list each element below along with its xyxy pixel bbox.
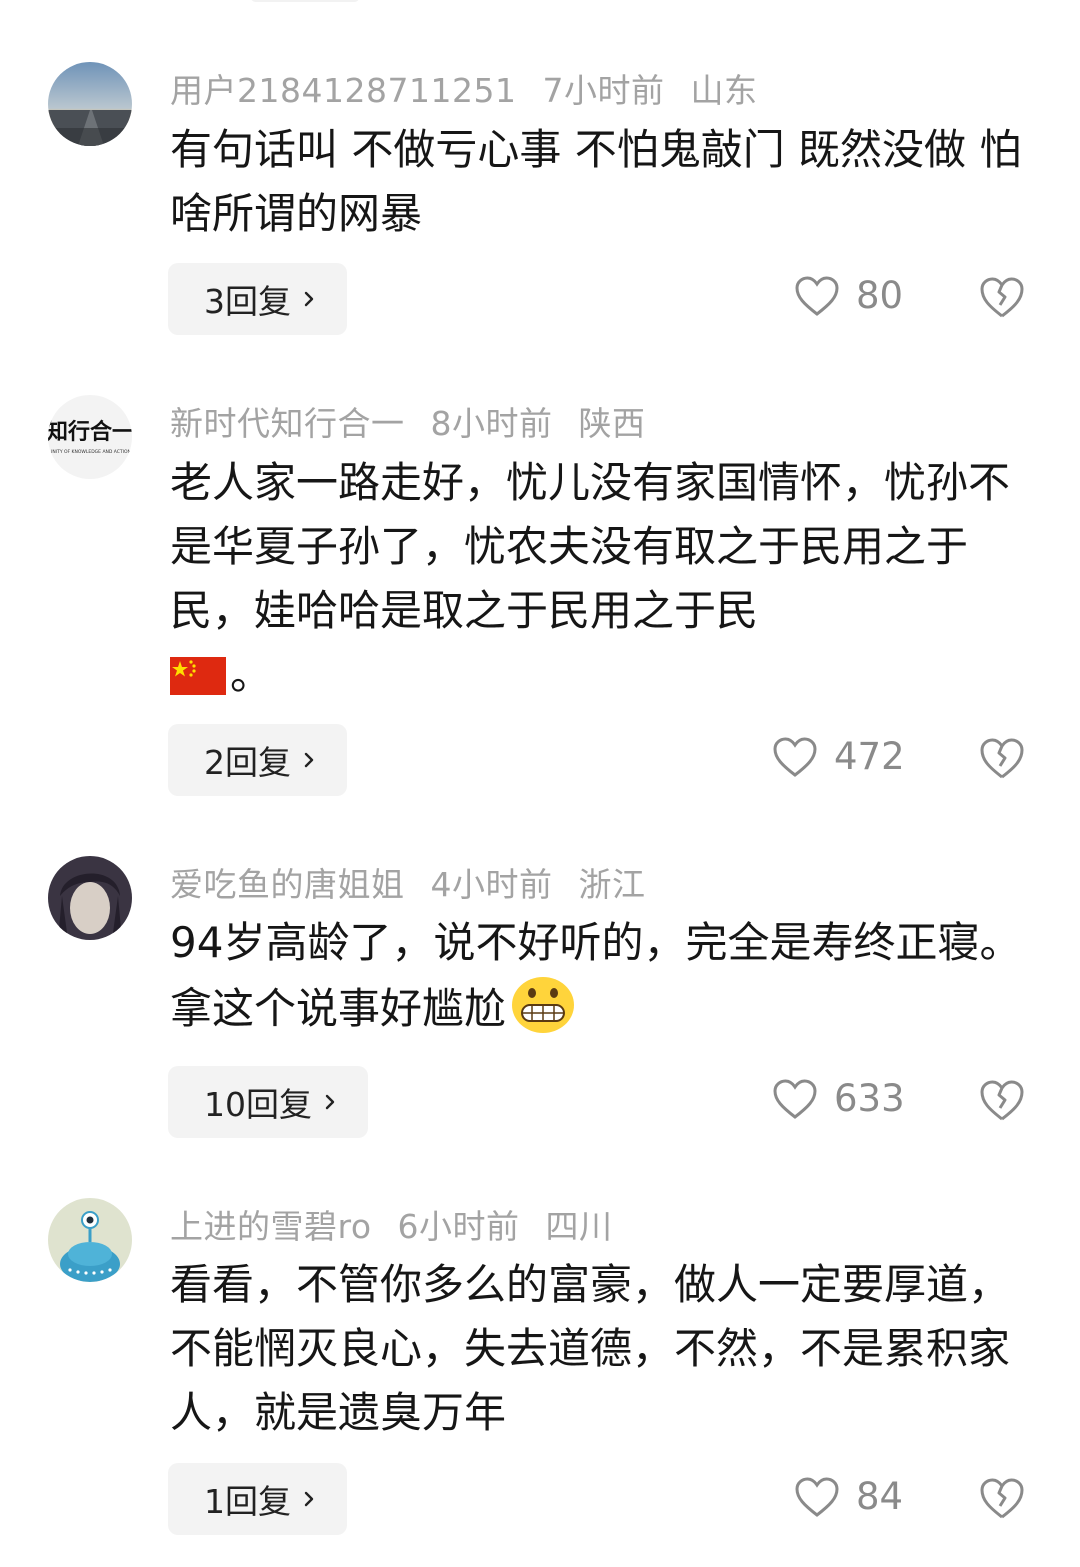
like-button[interactable]: 633 [772,1077,905,1120]
username[interactable]: 用户2184128711251 [170,71,516,110]
comment-text: 老人家一路走好，忧儿没有家国情怀，忧孙不是华夏子孙了，忧农夫没有取之于民用之于民… [170,451,1040,707]
reply-count-label: 10回复 [204,1085,312,1124]
post-time: 4小时前 [430,865,553,904]
previous-item-edge [250,0,360,2]
post-time: 8小时前 [430,404,553,443]
blue-alien-avatar-image [48,1198,132,1282]
avatar[interactable]: 知行合一 UNITY OF KNOWLEDGE AND ACTION [48,395,132,479]
like-count: 633 [834,1077,905,1120]
heart-outline-icon [795,275,839,316]
svg-text:UNITY OF KNOWLEDGE AND ACTION: UNITY OF KNOWLEDGE AND ACTION [49,449,131,455]
chevron-right-icon [304,752,314,768]
broken-heart-icon[interactable] [978,1475,1026,1523]
post-time: 6小时前 [397,1207,520,1246]
comment-body: 老人家一路走好，忧儿没有家国情怀，忧孙不是华夏子孙了，忧农夫没有取之于民用之于民… [170,458,1011,635]
comment-meta: 用户2184128711251 7小时前 山东 [170,64,783,112]
reply-count-label: 2回复 [204,743,291,782]
reply-count-label: 3回复 [204,282,291,321]
reply-count-button[interactable]: 3回复 [168,263,347,335]
location: 浙江 [578,865,646,904]
reply-count-button[interactable]: 2回复 [168,724,347,796]
grimacing-face-emoji [512,977,575,1033]
avatar[interactable] [48,1198,132,1282]
chevron-right-icon [304,291,314,307]
chevron-right-icon [304,1491,314,1507]
location: 陕西 [578,404,646,443]
comment-body: 看看，不管你多么的富豪，做人一定要厚道，不能惘灭良心，失去道德，不然，不是累积家… [170,1260,1011,1437]
portrait-avatar-image [48,856,132,940]
like-count: 84 [856,1475,904,1518]
heart-outline-icon [795,1476,839,1517]
reply-count-button[interactable]: 1回复 [168,1463,347,1535]
comment-meta: 上进的雪碧ro 6小时前 四川 [170,1200,639,1248]
like-button[interactable]: 84 [794,1475,903,1518]
location: 山东 [690,71,758,110]
chevron-right-icon [325,1094,335,1110]
reply-count-label: 1回复 [204,1482,291,1521]
avatar[interactable] [48,856,132,940]
reply-count-button[interactable]: 10回复 [168,1066,368,1138]
heart-outline-icon [773,1078,817,1119]
heart-outline-icon [773,736,817,777]
china-flag-emoji [170,657,226,695]
like-count: 472 [834,735,905,778]
broken-heart-icon[interactable] [978,1077,1026,1125]
like-count: 80 [856,274,904,317]
broken-heart-icon[interactable] [978,274,1026,322]
comment-body-suffix: 。 [230,650,273,699]
comment-meta: 新时代知行合一 8小时前 陕西 [170,397,672,445]
post-time: 7小时前 [542,71,665,110]
svg-text:知行合一: 知行合一 [48,419,132,445]
location: 四川 [545,1207,613,1246]
username[interactable]: 上进的雪碧ro [170,1207,372,1246]
comment-text: 94岁高龄了，说不好听的，完全是寿终正寝。拿这个说事好尴尬 [170,911,1040,1041]
avatar[interactable] [48,62,132,146]
comment-body: 有句话叫 不做亏心事 不怕鬼敲门 既然没做 怕啥所谓的网暴 [170,125,1022,238]
username[interactable]: 新时代知行合一 [170,404,405,443]
road-avatar-image [48,62,132,146]
like-button[interactable]: 80 [794,274,903,317]
broken-heart-icon[interactable] [978,735,1026,783]
calligraphy-avatar-image: 知行合一 UNITY OF KNOWLEDGE AND ACTION [48,419,132,455]
like-button[interactable]: 472 [772,735,905,778]
comment-text: 看看，不管你多么的富豪，做人一定要厚道，不能惘灭良心，失去道德，不然，不是累积家… [170,1253,1040,1445]
comment-meta: 爱吃鱼的唐姐姐 4小时前 浙江 [170,858,672,906]
comment-body: 94岁高龄了，说不好听的，完全是寿终正寝。拿这个说事好尴尬 [170,918,1022,1033]
username[interactable]: 爱吃鱼的唐姐姐 [170,865,405,904]
comment-text: 有句话叫 不做亏心事 不怕鬼敲门 既然没做 怕啥所谓的网暴 [170,118,1040,246]
